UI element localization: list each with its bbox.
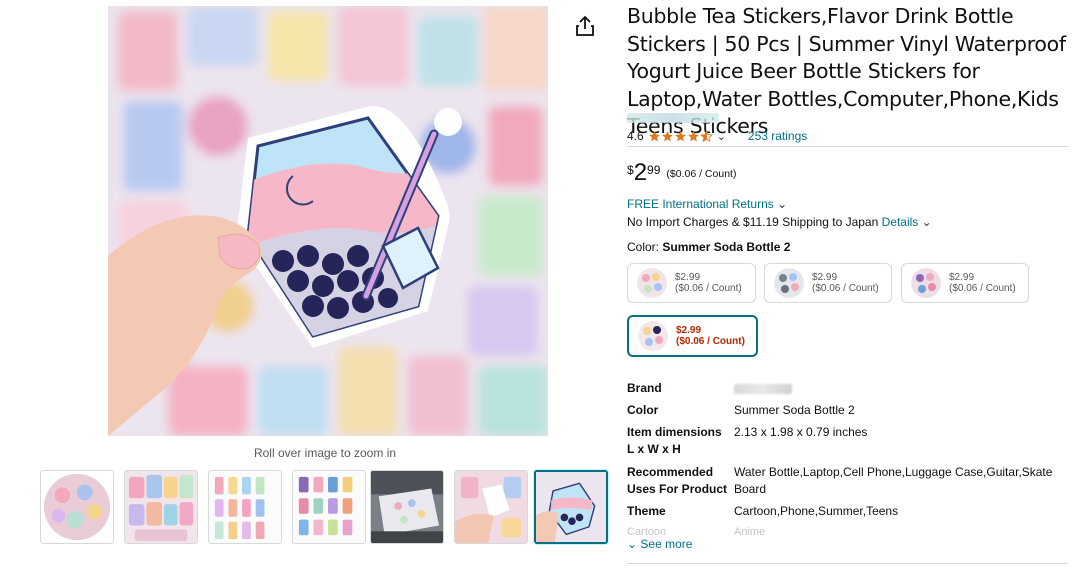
spec-key: Color — [627, 403, 659, 417]
swatch-image — [637, 268, 667, 298]
see-more-label: See more — [640, 537, 693, 551]
swatch-image — [638, 321, 668, 351]
price-per-unit: ($0.06 / Count) — [666, 168, 737, 180]
star-full-icon — [648, 130, 660, 141]
swatch-image — [911, 268, 941, 298]
details-label: Details — [881, 215, 919, 229]
shipping-details-link[interactable]: Details ⌄ — [882, 215, 932, 229]
free-returns-label: FREE International Returns — [627, 197, 774, 211]
swatch-price: $2.99 — [812, 272, 838, 283]
spec-key: Brand — [627, 381, 662, 395]
spec-key: Item dimensions L x W x H — [627, 425, 722, 456]
spec-key: Recommended Uses For Product — [627, 465, 728, 496]
variation-selected-name: Summer Soda Bottle 2 — [662, 240, 791, 254]
price-symbol: $ — [627, 163, 634, 177]
swatch-unit: ($0.06 / Count) — [676, 336, 745, 347]
star-full-icon — [661, 130, 673, 141]
swatch-price: $2.99 — [675, 272, 701, 283]
swatch-unit: ($0.06 / Count) — [949, 283, 1016, 294]
zoom-hint-text: Roll over image to zoom in — [253, 446, 397, 460]
variation-label: Color: Summer Soda Bottle 2 — [627, 240, 790, 254]
shipping-info: No Import Charges & $11.19 Shipping to J… — [627, 215, 932, 229]
color-swatch-3[interactable]: $2.99 ($0.06 / Count) — [901, 263, 1029, 303]
main-product-image[interactable] — [108, 6, 548, 436]
thumbnail-4[interactable] — [292, 470, 366, 544]
swatch-price: $2.99 — [949, 272, 975, 283]
color-swatch-2[interactable]: $2.99 ($0.06 / Count) — [764, 263, 892, 303]
divider — [627, 146, 1068, 147]
thumbnail-1[interactable] — [40, 470, 114, 544]
brand-value-blurred — [734, 384, 792, 394]
star-rating[interactable] — [648, 129, 713, 143]
chevron-down-icon: ⌄ — [777, 197, 788, 211]
swatch-image — [774, 268, 804, 298]
spec-value: 2.13 x 1.98 x 0.79 inches — [734, 425, 868, 439]
rating-value: 4.6 — [627, 129, 644, 143]
share-icon[interactable] — [574, 14, 596, 38]
free-returns-link[interactable]: FREE International Returns ⌄ — [627, 197, 787, 211]
thumbnail-7[interactable] — [534, 470, 608, 544]
chevron-down-icon: ⌄ — [921, 215, 932, 229]
spec-value: Summer Soda Bottle 2 — [734, 403, 855, 417]
price-whole: 2 — [633, 159, 648, 186]
see-more-link[interactable]: ⌄ See more — [627, 537, 699, 551]
thumbnail-6[interactable] — [454, 470, 528, 544]
spec-value: Cartoon,Phone,Summer,Teens — [734, 504, 899, 518]
chevron-down-icon: ⌄ — [627, 537, 638, 551]
thumbnail-2[interactable] — [124, 470, 198, 544]
color-swatch-1[interactable]: $2.99 ($0.06 / Count) — [627, 263, 756, 303]
spec-key: Theme — [627, 504, 666, 518]
swatch-unit: ($0.06 / Count) — [675, 283, 742, 294]
shipping-text: No Import Charges & $11.19 Shipping to J… — [627, 215, 879, 229]
spec-value-faded: Anime — [734, 526, 766, 538]
chevron-down-icon[interactable]: ⌄ — [717, 130, 726, 143]
rating-row: 4.6 ⌄ 253 ratings — [627, 129, 807, 143]
divider — [627, 563, 1068, 564]
price-fraction: 99 — [647, 163, 661, 177]
thumbnail-3[interactable] — [208, 470, 282, 544]
star-half-icon — [699, 129, 713, 142]
variation-label-prefix: Color: — [627, 240, 660, 254]
store-link-blurred[interactable] — [627, 113, 719, 123]
swatch-unit: ($0.06 / Count) — [812, 283, 879, 294]
color-swatch-4-selected[interactable]: $2.99 ($0.06 / Count) — [627, 315, 758, 357]
thumbnail-5[interactable] — [370, 470, 444, 544]
spec-value: Water Bottle,Laptop,Cell Phone,Luggage C… — [734, 465, 1053, 496]
price-block: $ 2 99 ($0.06 / Count) — [627, 159, 736, 187]
ratings-count-link[interactable]: 253 ratings — [748, 129, 807, 143]
swatch-price: $2.99 — [676, 325, 702, 336]
star-full-icon — [687, 130, 699, 141]
star-full-icon — [674, 130, 686, 141]
sticker-collage-image — [108, 6, 548, 436]
